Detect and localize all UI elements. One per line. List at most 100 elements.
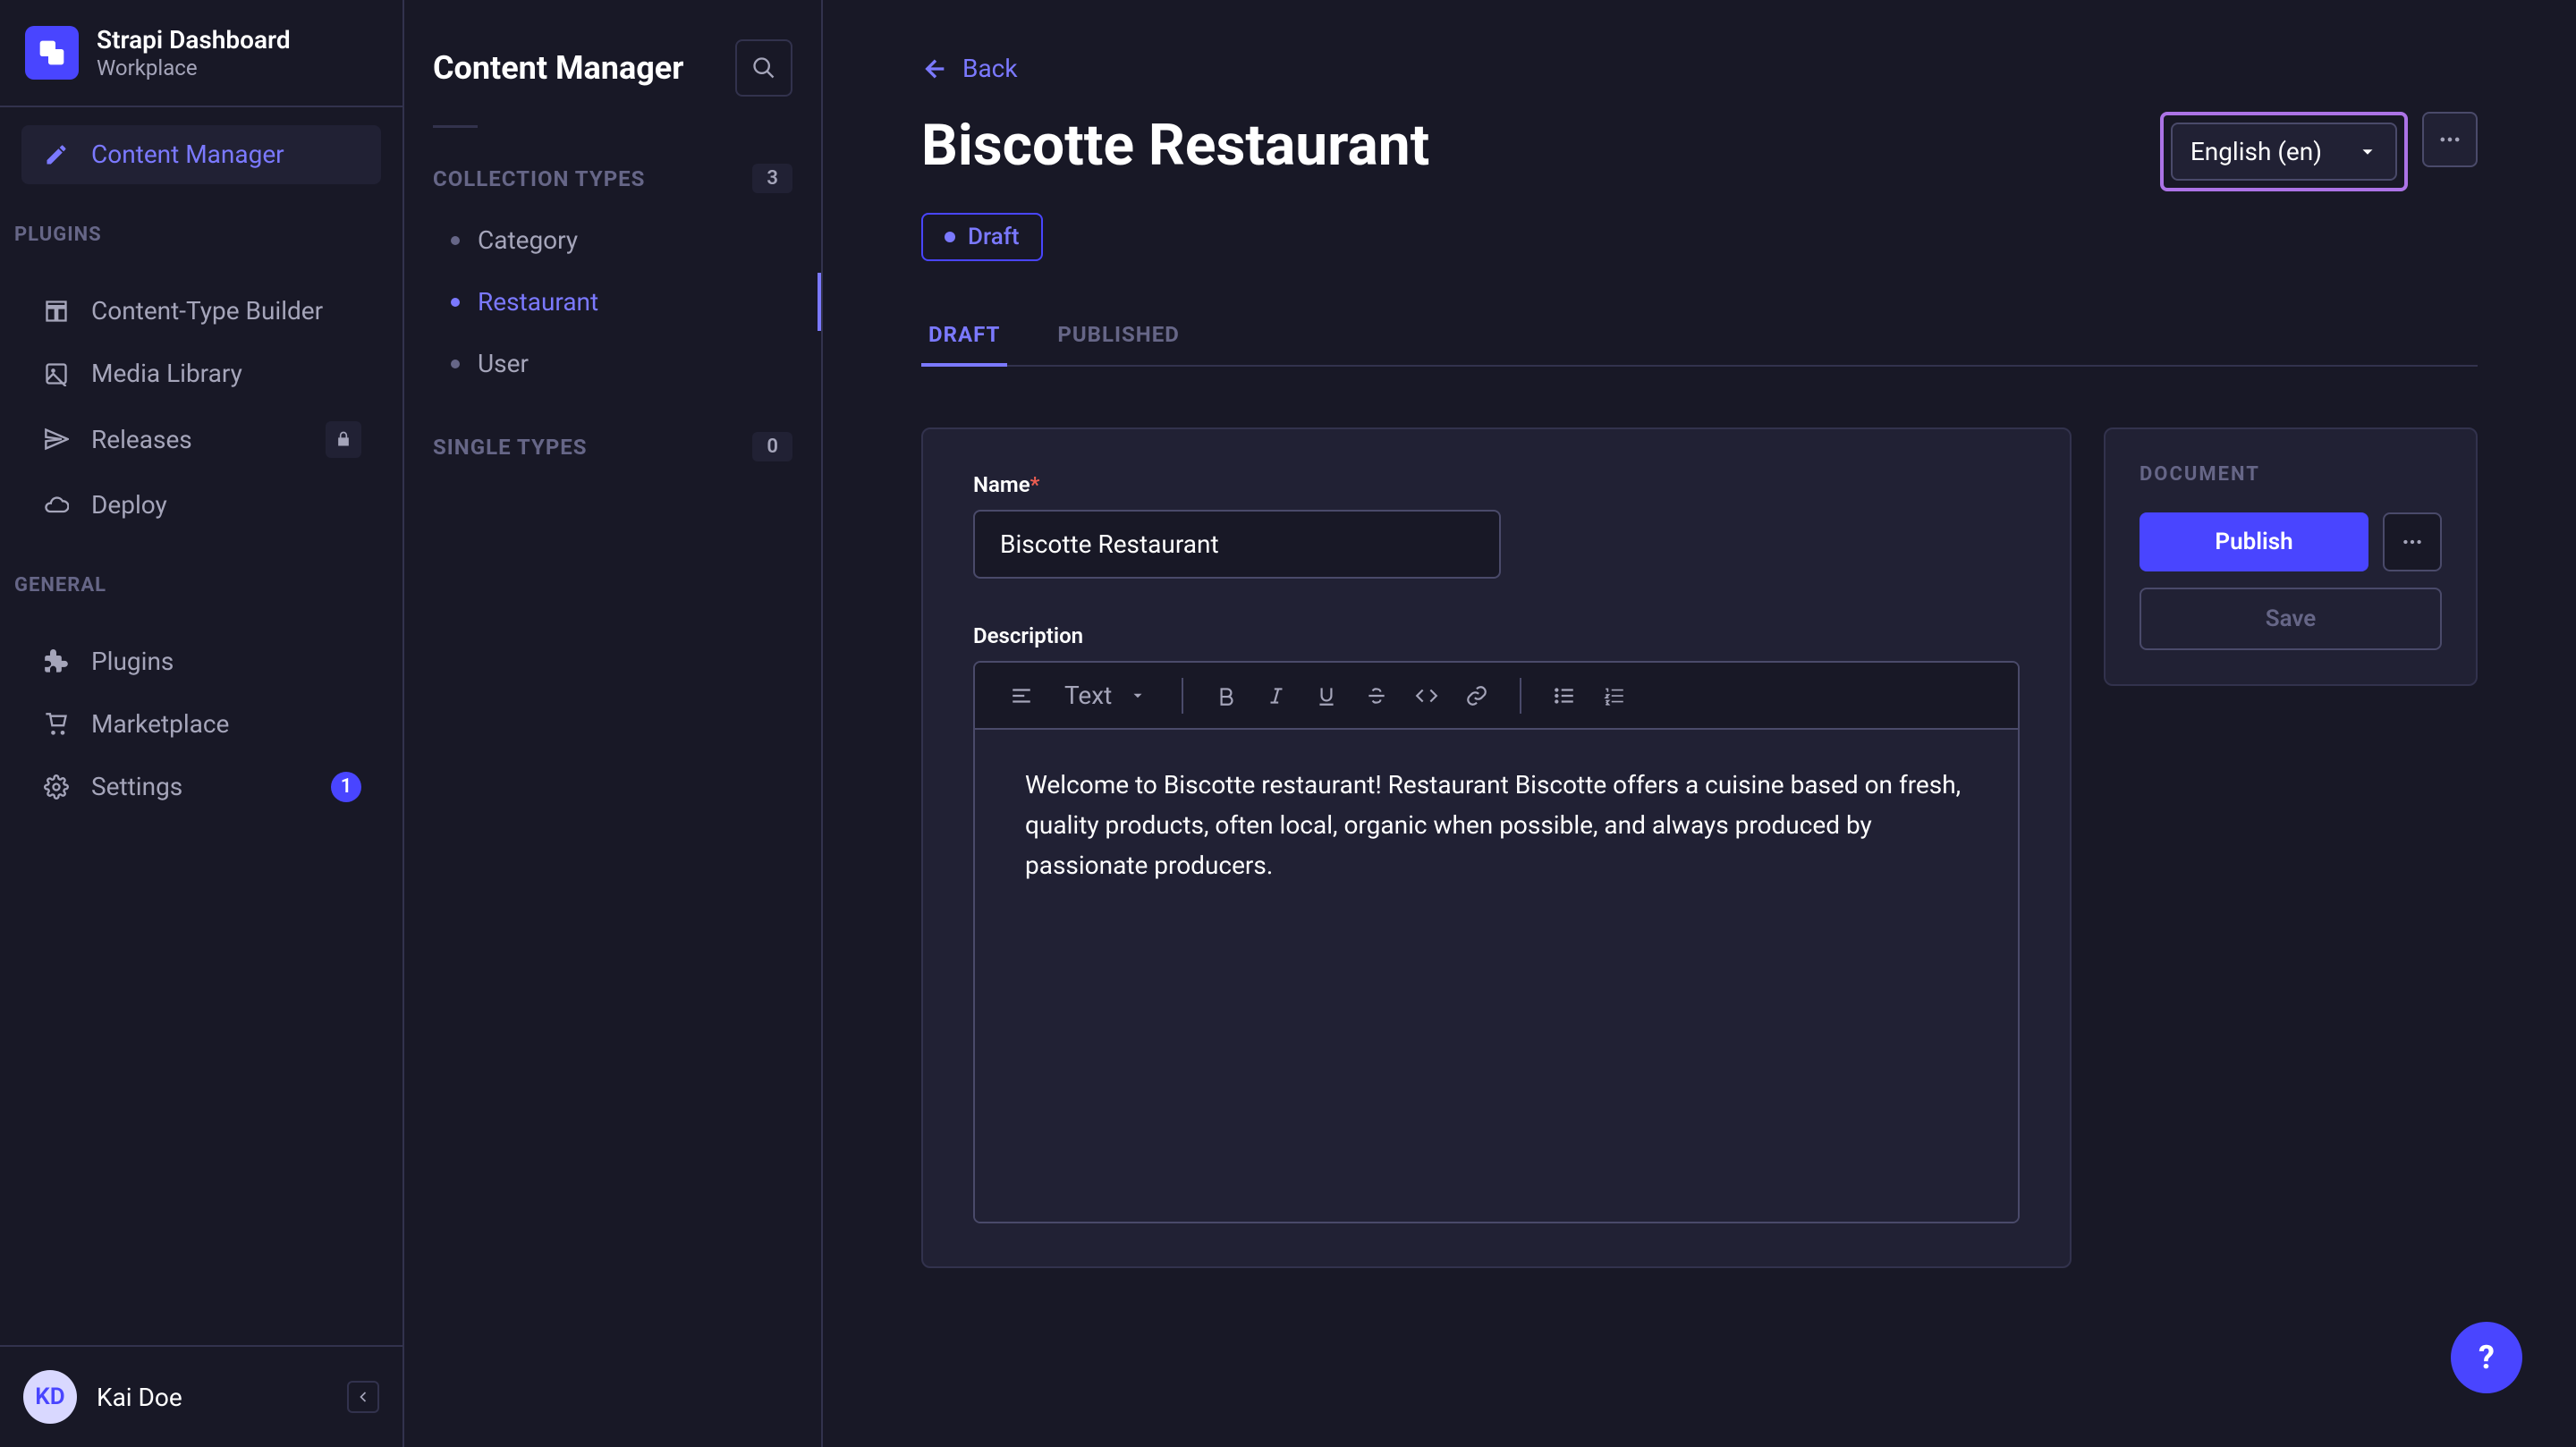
toolbar-bullet-list-button[interactable]: [1543, 674, 1586, 717]
arrow-left-icon: [921, 55, 950, 83]
more-horizontal-icon: [2437, 127, 2462, 152]
single-types-count: 0: [752, 432, 792, 461]
settings-badge: 1: [331, 772, 361, 802]
toolbar-underline-button[interactable]: [1305, 674, 1348, 717]
align-left-icon: [1010, 684, 1033, 707]
type-item-category[interactable]: Category: [433, 211, 792, 269]
toolbar-strikethrough-button[interactable]: [1355, 674, 1398, 717]
sidebar-item-label: Marketplace: [91, 709, 229, 739]
document-card: Document Publish Save: [2104, 427, 2478, 686]
link-icon: [1465, 684, 1488, 707]
code-icon: [1415, 684, 1438, 707]
avatar[interactable]: KD: [23, 1370, 77, 1424]
toolbar-bold-button[interactable]: [1205, 674, 1248, 717]
cart-icon: [41, 709, 72, 740]
toolbar-link-button[interactable]: [1455, 674, 1498, 717]
sidebar-item-label: Plugins: [91, 647, 174, 676]
search-button[interactable]: [735, 39, 792, 97]
save-button[interactable]: Save: [2140, 588, 2442, 650]
back-label: Back: [962, 54, 1018, 83]
editor-content[interactable]: Welcome to Biscotte restaurant! Restaura…: [975, 730, 2018, 1222]
type-item-label: Restaurant: [478, 287, 598, 317]
sidebar-item-label: Settings: [91, 772, 182, 801]
toolbar-text-dropdown[interactable]: Text: [1050, 673, 1160, 717]
sidebar-item-plugins[interactable]: Plugins: [21, 632, 381, 691]
type-item-label: User: [478, 349, 529, 378]
sidebar-item-content-type-builder[interactable]: Content-Type Builder: [21, 282, 381, 341]
toolbar-separator: [1182, 678, 1183, 714]
dot-icon: [451, 360, 460, 368]
publish-more-button[interactable]: [2383, 512, 2442, 571]
rich-text-editor: Text: [973, 661, 2020, 1223]
toolbar-align-button[interactable]: [1000, 674, 1043, 717]
form-card: Name* Description Text: [921, 427, 2072, 1268]
publish-button[interactable]: Publish: [2140, 512, 2368, 571]
sidebar-item-settings[interactable]: Settings 1: [21, 757, 381, 817]
description-label: Description: [973, 623, 2020, 648]
sidebar-item-label: Deploy: [91, 490, 167, 520]
toolbar-text-label: Text: [1064, 681, 1112, 710]
divider: [433, 125, 478, 128]
collection-types-count: 3: [752, 164, 792, 193]
type-item-label: Category: [478, 225, 578, 255]
nav-heading-general: General: [0, 556, 402, 614]
gear-icon: [41, 772, 72, 802]
collection-types-label: Collection Types: [433, 166, 645, 191]
search-icon: [751, 55, 776, 80]
sidebar-item-label: Content Manager: [91, 140, 284, 169]
status-dot-icon: [945, 232, 955, 242]
sidebar-item-label: Content-Type Builder: [91, 296, 323, 326]
sidebar-item-media-library[interactable]: Media Library: [21, 344, 381, 403]
bold-icon: [1215, 684, 1238, 707]
toolbar-number-list-button[interactable]: [1593, 674, 1636, 717]
tab-draft[interactable]: Draft: [921, 306, 1007, 367]
back-link[interactable]: Back: [921, 54, 1018, 83]
language-select[interactable]: English (en): [2171, 123, 2397, 181]
image-icon: [41, 359, 72, 389]
strapi-logo-icon: [25, 26, 79, 80]
panel-title: Content Manager: [433, 49, 683, 87]
status-badge: Draft: [921, 213, 1043, 261]
bullet-list-icon: [1553, 684, 1576, 707]
type-item-restaurant[interactable]: Restaurant: [433, 273, 792, 331]
layout-icon: [41, 296, 72, 326]
collapse-sidebar-button[interactable]: [347, 1381, 379, 1413]
sidebar-item-label: Media Library: [91, 359, 242, 388]
name-input[interactable]: [973, 510, 1501, 579]
sidebar-item-deploy[interactable]: Deploy: [21, 476, 381, 535]
name-label: Name*: [973, 472, 2020, 497]
sidebar-item-marketplace[interactable]: Marketplace: [21, 695, 381, 754]
sidebar-item-releases[interactable]: Releases: [21, 407, 381, 472]
tab-published[interactable]: Published: [1050, 306, 1186, 367]
send-icon: [41, 424, 72, 454]
cloud-icon: [41, 490, 72, 520]
more-actions-button[interactable]: [2422, 112, 2478, 167]
more-horizontal-icon: [2401, 530, 2424, 554]
single-types-label: Single Types: [433, 435, 588, 460]
nav-heading-plugins: Plugins: [0, 206, 402, 264]
underline-icon: [1315, 684, 1338, 707]
sidebar-item-label: Releases: [91, 425, 192, 454]
puzzle-icon: [41, 647, 72, 677]
document-heading: Document: [2140, 463, 2442, 486]
italic-icon: [1265, 684, 1288, 707]
sidebar-item-content-manager[interactable]: Content Manager: [21, 125, 381, 184]
type-item-user[interactable]: User: [433, 334, 792, 393]
brand-subtitle: Workplace: [97, 55, 291, 80]
help-button[interactable]: ?: [2451, 1322, 2522, 1393]
number-list-icon: [1603, 684, 1626, 707]
toolbar-code-button[interactable]: [1405, 674, 1448, 717]
user-name: Kai Doe: [97, 1383, 182, 1412]
page-title: Biscotte Restaurant: [921, 112, 1429, 179]
language-value: English (en): [2190, 137, 2322, 166]
language-highlight: English (en): [2160, 112, 2408, 191]
status-text: Draft: [968, 224, 1020, 250]
pencil-icon: [41, 140, 72, 170]
toolbar-separator: [1520, 678, 1521, 714]
brand-title: Strapi Dashboard: [97, 25, 291, 55]
lock-icon: [326, 421, 361, 458]
dot-icon: [451, 298, 460, 307]
brand-header: Strapi Dashboard Workplace: [0, 0, 402, 107]
caret-down-icon: [2358, 142, 2377, 162]
toolbar-italic-button[interactable]: [1255, 674, 1298, 717]
